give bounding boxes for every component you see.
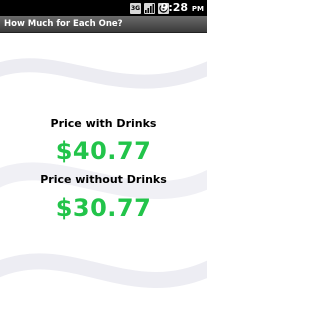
price-without-drinks-value: $30.77: [55, 194, 152, 222]
signal-strength-icon: [144, 2, 155, 14]
app-title: How Much for Each One?: [4, 19, 123, 29]
background-swirl: [0, 58, 207, 288]
price-with-drinks-value: $40.77: [55, 137, 152, 165]
result-screen: Price with Drinks $40.77 Price without D…: [0, 33, 207, 310]
price-with-drinks-label: Price with Drinks: [50, 117, 157, 130]
status-bar: 3G 9:28 PM: [0, 0, 207, 16]
network-3g-icon: 3G: [130, 2, 141, 14]
status-time: 9:28 PM: [161, 1, 204, 16]
title-bar: How Much for Each One?: [0, 16, 207, 33]
price-without-drinks-label: Price without Drinks: [40, 173, 167, 186]
status-time-value: 9:28: [160, 1, 189, 14]
status-time-suffix: PM: [191, 5, 204, 13]
